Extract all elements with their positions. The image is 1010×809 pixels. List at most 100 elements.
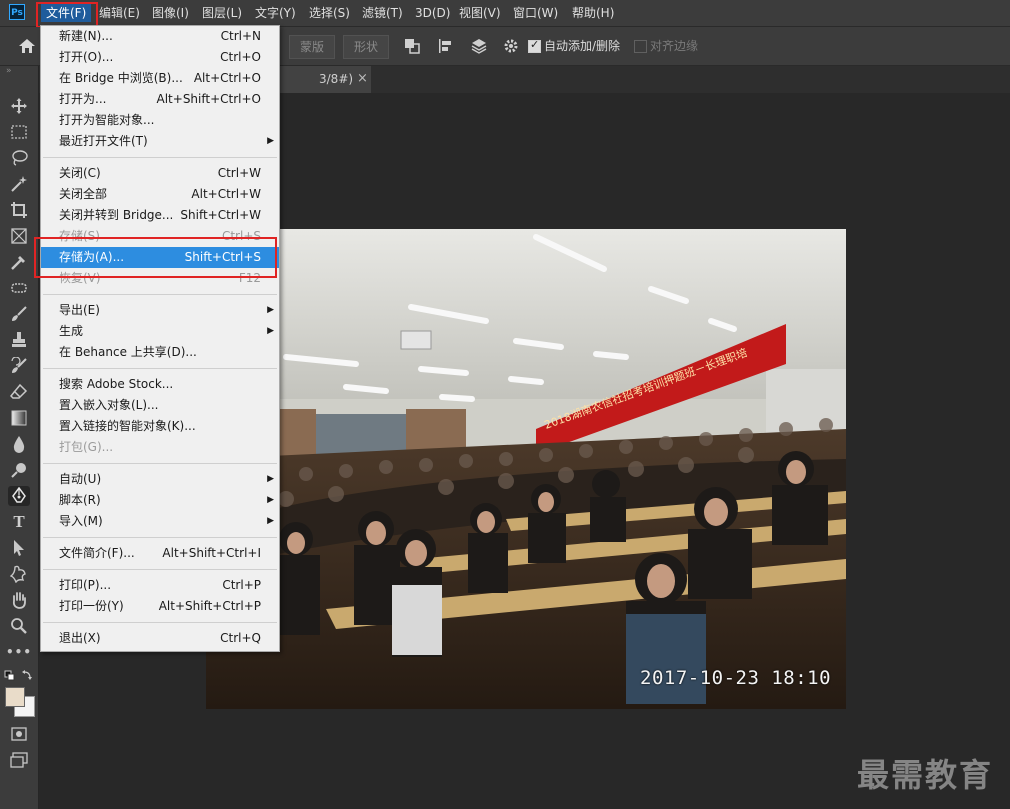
zoom-tool-icon[interactable]: [8, 616, 30, 636]
marquee-tool-icon[interactable]: [8, 122, 30, 142]
document-tab-title: 3/8#): [319, 72, 354, 86]
close-tab-icon[interactable]: ×: [357, 71, 368, 86]
file-menu-item[interactable]: 脚本(R) ▶: [41, 490, 279, 511]
file-menu-item[interactable]: 关闭全部 Alt+Ctrl+W: [41, 184, 279, 205]
file-menu-item[interactable]: 关闭(C) Ctrl+W: [41, 163, 279, 184]
menu-item-label: 打印一份(Y): [59, 599, 124, 613]
eraser-tool-icon[interactable]: [8, 382, 30, 402]
file-menu-item[interactable]: 打印(P)... Ctrl+P: [41, 575, 279, 596]
path-selection-tool-icon[interactable]: [8, 538, 30, 558]
path-arrangement-icon[interactable]: [471, 38, 487, 54]
file-menu-item[interactable]: 在 Behance 上共享(D)...: [41, 342, 279, 363]
file-menu-item[interactable]: 打开为... Alt+Shift+Ctrl+O: [41, 89, 279, 110]
shape-button[interactable]: 形状: [343, 35, 390, 59]
file-menu-item[interactable]: 最近打开文件(T) ▶: [41, 131, 279, 152]
auto-add-delete-checkbox[interactable]: ✓: [528, 38, 541, 53]
tools-panel: » T •••: [0, 66, 39, 809]
menu-help[interactable]: 帮助(H): [567, 4, 619, 22]
menu-separator: [43, 537, 277, 538]
hand-tool-icon[interactable]: [8, 590, 30, 610]
screen-mode-icon[interactable]: [8, 750, 30, 770]
align-edges-checkbox[interactable]: [634, 40, 647, 53]
menu-layer[interactable]: 图层(L): [197, 4, 247, 22]
menu-item-shortcut: Ctrl+O: [220, 50, 261, 64]
menu-item-shortcut: Alt+Shift+Ctrl+P: [158, 599, 261, 613]
type-tool-icon[interactable]: T: [8, 512, 30, 532]
menu-item-label: 关闭全部: [59, 187, 108, 201]
lasso-tool-icon[interactable]: [8, 148, 30, 168]
menu-item-shortcut: Alt+Ctrl+O: [193, 71, 261, 85]
file-menu-item[interactable]: 自动(U) ▶: [41, 469, 279, 490]
file-menu-item[interactable]: 生成 ▶: [41, 321, 279, 342]
checkmark-icon: ✓: [530, 38, 540, 51]
more-tools-icon[interactable]: •••: [6, 642, 31, 662]
blur-tool-icon[interactable]: [8, 434, 30, 454]
menu-3d[interactable]: 3D(D): [410, 4, 455, 22]
frame-tool-icon[interactable]: [8, 226, 30, 246]
file-menu-item[interactable]: 恢复(V) F12: [41, 268, 279, 289]
path-alignment-icon[interactable]: [438, 38, 454, 54]
menu-edit[interactable]: 编辑(E): [94, 4, 145, 22]
menu-item-label: 搜索 Adobe Stock...: [59, 377, 174, 391]
magic-wand-tool-icon[interactable]: [8, 174, 30, 194]
file-menu-item[interactable]: 存储为(A)... Shift+Ctrl+S: [41, 247, 279, 268]
align-edges-label: 对齐边缘: [650, 39, 699, 53]
home-icon[interactable]: [19, 39, 35, 53]
path-operations-icon[interactable]: [404, 38, 420, 54]
menu-view[interactable]: 视图(V): [454, 4, 506, 22]
menu-window[interactable]: 窗口(W): [508, 4, 563, 22]
file-menu-item[interactable]: 置入嵌入对象(L)...: [41, 395, 279, 416]
file-menu-item[interactable]: 打包(G)...: [41, 437, 279, 458]
file-menu-item[interactable]: 退出(X) Ctrl+Q: [41, 628, 279, 649]
document-photo[interactable]: 2018湖南农信社招考培训押题班－长理职培 2017-10-23 18:10: [206, 229, 846, 709]
brush-tool-icon[interactable]: [8, 304, 30, 324]
file-menu-item[interactable]: 置入链接的智能对象(K)...: [41, 416, 279, 437]
submenu-arrow-icon: ▶: [267, 305, 274, 315]
file-menu-item[interactable]: 新建(N)... Ctrl+N: [41, 26, 279, 47]
menu-separator: [43, 157, 277, 158]
menu-item-label: 存储为(A)...: [59, 250, 125, 264]
file-menu-item[interactable]: 关闭并转到 Bridge... Shift+Ctrl+W: [41, 205, 279, 226]
menu-select[interactable]: 选择(S): [304, 4, 355, 22]
file-menu-item[interactable]: 打印一份(Y) Alt+Shift+Ctrl+P: [41, 596, 279, 617]
file-menu-item[interactable]: 打开为智能对象...: [41, 110, 279, 131]
gear-icon[interactable]: [503, 38, 519, 54]
menu-item-shortcut: Alt+Shift+Ctrl+O: [156, 92, 261, 106]
panel-collapse-icon[interactable]: »: [6, 66, 12, 76]
photo-date-stamp: 2017-10-23 18:10: [640, 667, 832, 689]
gradient-tool-icon[interactable]: [8, 408, 30, 428]
classroom-photo-image: 2018湖南农信社招考培训押题班－长理职培: [206, 229, 846, 709]
menu-item-shortcut: Ctrl+W: [217, 166, 261, 180]
menu-file[interactable]: 文件(F): [41, 4, 92, 22]
file-menu-item[interactable]: 导出(E) ▶: [41, 300, 279, 321]
menu-item-label: 在 Behance 上共享(D)...: [59, 345, 197, 359]
dodge-tool-icon[interactable]: [8, 460, 30, 480]
menu-type[interactable]: 文字(Y): [250, 4, 301, 22]
menu-image[interactable]: 图像(I): [147, 4, 194, 22]
submenu-arrow-icon: ▶: [267, 516, 274, 526]
menu-item-label: 在 Bridge 中浏览(B)...: [59, 71, 183, 85]
menu-filter[interactable]: 滤镜(T): [357, 4, 408, 22]
submenu-arrow-icon: ▶: [267, 136, 274, 146]
quick-mask-icon[interactable]: [8, 724, 30, 744]
crop-tool-icon[interactable]: [8, 200, 30, 220]
file-menu-item[interactable]: 打开(O)... Ctrl+O: [41, 47, 279, 68]
pen-tool-icon[interactable]: [8, 486, 30, 506]
file-menu-item[interactable]: 搜索 Adobe Stock...: [41, 374, 279, 395]
clone-stamp-tool-icon[interactable]: [8, 330, 30, 350]
eyedropper-tool-icon[interactable]: [8, 252, 30, 272]
history-brush-icon[interactable]: [8, 356, 30, 376]
file-menu-item[interactable]: 在 Bridge 中浏览(B)... Alt+Ctrl+O: [41, 68, 279, 89]
spot-healing-brush-icon[interactable]: [8, 278, 30, 298]
move-tool-icon[interactable]: [8, 96, 30, 116]
file-menu-item[interactable]: 文件简介(F)... Alt+Shift+Ctrl+I: [41, 543, 279, 564]
custom-shape-tool-icon[interactable]: [8, 564, 30, 584]
menu-separator: [43, 622, 277, 623]
mask-button[interactable]: 蒙版: [289, 35, 336, 59]
default-colors-icon[interactable]: [4, 670, 34, 682]
menu-item-label: 导出(E): [59, 303, 100, 317]
file-menu-item[interactable]: 存储(S) Ctrl+S: [41, 226, 279, 247]
foreground-color-swatch[interactable]: [5, 687, 25, 707]
menu-item-label: 关闭(C): [59, 166, 101, 180]
file-menu-item[interactable]: 导入(M) ▶: [41, 511, 279, 532]
